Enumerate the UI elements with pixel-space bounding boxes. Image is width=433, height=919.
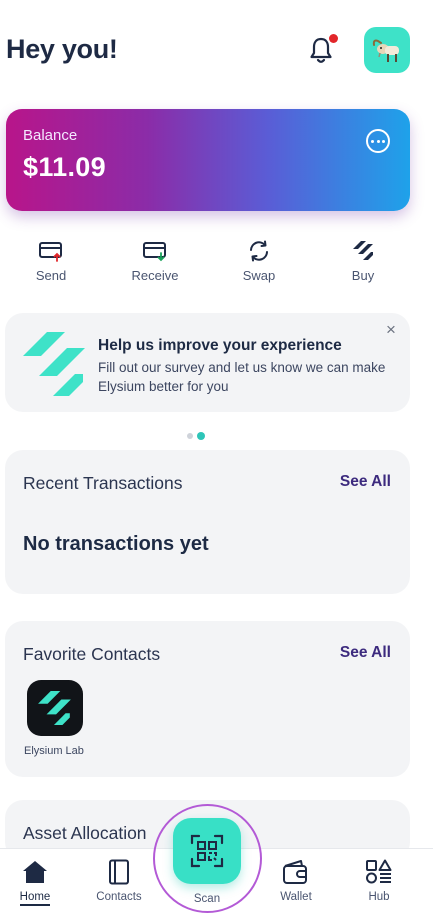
nav-contacts-label: Contacts — [96, 891, 142, 903]
header: Hey you! — [0, 0, 433, 100]
send-label: Send — [35, 268, 67, 283]
nav-hub-label: Hub — [368, 891, 390, 903]
nav-scan-label: Scan — [193, 893, 221, 905]
elysium-logo-icon — [38, 691, 71, 725]
section-title: Recent Transactions — [23, 473, 183, 493]
contact-name: Elysium Lab — [24, 745, 84, 757]
survey-title: Help us improve your experience — [98, 337, 342, 354]
nav-wallet-label: Wallet — [280, 891, 312, 903]
see-all-transactions-link[interactable]: See All — [340, 473, 391, 491]
contacts-book-icon — [109, 859, 129, 885]
card-send-icon — [39, 242, 62, 262]
nav-contacts[interactable]: Contacts — [84, 859, 154, 903]
section-title: Asset Allocation — [23, 823, 147, 843]
qr-scan-icon — [190, 834, 224, 868]
receive-label: Receive — [131, 268, 179, 283]
close-icon[interactable]: × — [383, 321, 399, 338]
dot-icon — [376, 139, 380, 143]
favorite-contacts-card: Favorite Contacts See All Elysium Lab — [5, 621, 410, 777]
elysium-logo-icon — [23, 332, 85, 396]
buy-icon — [353, 241, 373, 260]
home-icon — [23, 861, 47, 883]
carousel-dot[interactable] — [187, 433, 193, 439]
avatar[interactable] — [364, 27, 410, 73]
card-receive-icon — [143, 242, 166, 262]
buy-label: Buy — [351, 268, 375, 283]
balance-label: Balance — [23, 127, 78, 144]
swap-label: Swap — [242, 268, 276, 283]
carousel-indicator — [187, 432, 217, 440]
buy-button[interactable]: Buy — [323, 240, 403, 283]
carousel-dot-active[interactable] — [197, 432, 205, 440]
see-all-contacts-link[interactable]: See All — [340, 644, 391, 662]
empty-state-text: No transactions yet — [23, 533, 209, 555]
nav-hub[interactable]: Hub — [344, 859, 414, 903]
receive-button[interactable]: Receive — [115, 240, 195, 283]
page-title: Hey you! — [6, 34, 118, 64]
dot-icon — [381, 139, 385, 143]
nav-home[interactable]: Home — [0, 859, 70, 906]
nav-wallet[interactable]: Wallet — [261, 859, 331, 903]
nav-home-label: Home — [19, 891, 51, 906]
recent-transactions-card: Recent Transactions See All No transacti… — [5, 450, 410, 594]
more-options-button[interactable] — [366, 129, 390, 153]
swap-icon — [250, 240, 268, 262]
balance-card[interactable]: Balance $11.09 — [6, 109, 410, 211]
quick-actions: Send Receive Swap Buy — [0, 240, 433, 286]
survey-text: Fill out our survey and let us know we c… — [98, 360, 386, 394]
scan-button[interactable] — [173, 818, 241, 884]
wallet-icon — [283, 860, 307, 884]
dot-icon — [371, 139, 375, 143]
swap-button[interactable]: Swap — [219, 240, 299, 283]
goat-icon — [372, 39, 399, 62]
balance-value: $11.09 — [23, 152, 106, 182]
notification-badge — [329, 34, 338, 43]
hub-grid-icon — [366, 859, 392, 884]
survey-banner[interactable]: Help us improve your experience Fill out… — [5, 313, 410, 412]
section-title: Favorite Contacts — [23, 644, 161, 664]
contact-avatar[interactable] — [27, 680, 83, 736]
send-button[interactable]: Send — [11, 240, 91, 283]
